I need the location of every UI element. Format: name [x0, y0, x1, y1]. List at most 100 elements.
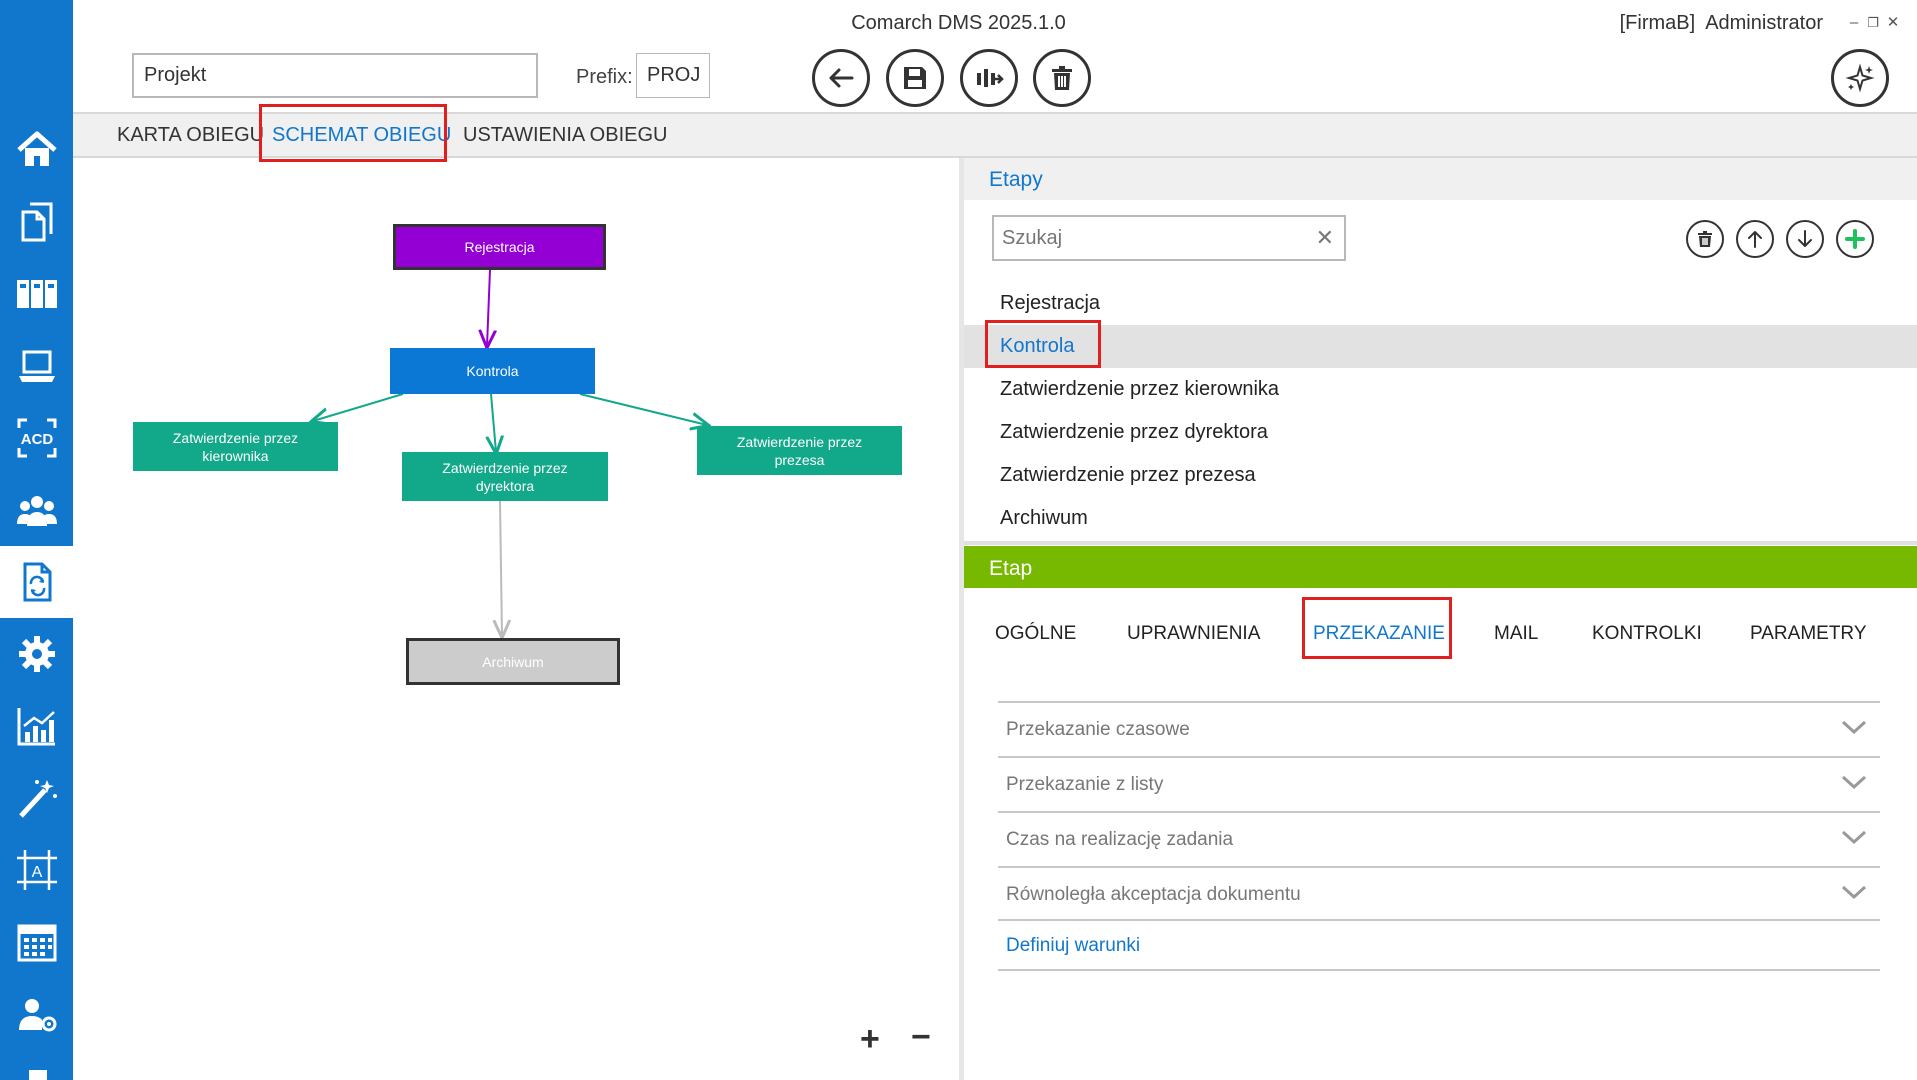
edge-kontrola-prezes [579, 393, 707, 425]
sidebar-item-ocr[interactable]: ACD [0, 402, 73, 474]
ocr-acd-icon: ACD [17, 418, 56, 458]
users-group-icon [16, 496, 57, 526]
move-stage-up-button[interactable] [1736, 220, 1774, 258]
chevron-down-icon [1841, 775, 1867, 790]
subtab-uprawnienia[interactable]: UPRAWNIENIA [1127, 623, 1260, 645]
diagram-node-rejestracja[interactable]: Rejestracja [393, 224, 606, 270]
sidebar-item-calendar[interactable] [0, 906, 73, 978]
section-czas-na-realizacje[interactable]: Czas na realizację zadania [998, 811, 1880, 866]
zoom-out-button[interactable]: − [911, 1018, 931, 1057]
restore-button[interactable]: ❐ [1864, 14, 1882, 32]
company-name: [FirmaB] [1619, 12, 1696, 34]
section-rownolegla-akceptacja[interactable]: Równoległa akceptacja dokumentu [998, 866, 1880, 921]
edge-kontrola-kierownik [313, 393, 404, 421]
subtab-mail[interactable]: MAIL [1494, 623, 1538, 645]
section-label: Przekazanie czasowe [1006, 719, 1190, 740]
subtab-ogolne[interactable]: OGÓLNE [995, 623, 1076, 645]
move-stage-down-button[interactable] [1786, 220, 1824, 258]
binders-icon [16, 280, 57, 308]
stage-item-kierownik[interactable]: Zatwierdzenie przez kierownika [964, 368, 1917, 411]
sidebar-item-user-settings[interactable] [0, 978, 73, 1050]
designer-frame-icon: A [16, 850, 57, 890]
add-stage-button[interactable] [1836, 220, 1874, 258]
section-label: Równoległa akceptacja dokumentu [1006, 884, 1301, 905]
more-item-icon [28, 1070, 47, 1080]
subtab-parametry[interactable]: PARAMETRY [1750, 623, 1867, 645]
stage-item-dyrektor[interactable]: Zatwierdzenie przez dyrektora [964, 411, 1917, 454]
prefix-input[interactable] [636, 53, 710, 98]
section-label: Czas na realizację zadania [1006, 829, 1234, 850]
search-box: ✕ [992, 215, 1346, 261]
trash-icon [1052, 66, 1072, 90]
svg-text:ACD: ACD [20, 431, 53, 448]
define-conditions-link[interactable]: Definiuj warunki [1006, 935, 1140, 957]
split-flow-icon [977, 69, 1004, 87]
section-label: Przekazanie z listy [1006, 774, 1164, 795]
user-info: [FirmaB] Administrator [1610, 12, 1823, 35]
sidebar-item-analytics[interactable] [0, 690, 73, 762]
sidebar-item-users[interactable] [0, 474, 73, 546]
sidebar-item-magic[interactable] [0, 762, 73, 834]
close-button[interactable]: ✕ [1884, 14, 1902, 32]
stage-item-kontrola[interactable]: Kontrola [964, 325, 1917, 368]
stage-item-archiwum[interactable]: Archiwum [964, 497, 1917, 540]
sidebar-item-home[interactable] [0, 114, 73, 186]
diagram-node-kierownik[interactable]: Zatwierdzenie przez kierownika [133, 422, 338, 471]
etap-title: Etap [989, 557, 1033, 580]
diagram-node-kontrola[interactable]: Kontrola [390, 348, 595, 394]
ai-assistant-button[interactable] [1831, 49, 1889, 107]
diagram-node-dyrektor[interactable]: Zatwierdzenie przez dyrektora [402, 452, 608, 501]
sidebar-item-laptop[interactable] [0, 330, 73, 402]
sidebar-item-documents[interactable] [0, 186, 73, 258]
sidebar-item-designer[interactable]: A [0, 834, 73, 906]
tab-karta-obiegu[interactable]: KARTA OBIEGU [117, 124, 264, 147]
minimize-button[interactable]: – [1845, 14, 1863, 32]
add-green-icon [1845, 229, 1865, 249]
list-separator [964, 541, 1917, 545]
stage-item-rejestracja[interactable]: Rejestracja [964, 282, 1917, 325]
diagram-node-prezes[interactable]: Zatwierdzenie przez prezesa [697, 426, 902, 475]
sidebar-item-binders[interactable] [0, 258, 73, 330]
section-bottom-line [998, 969, 1880, 971]
arrow-up-icon [1748, 231, 1762, 248]
save-button[interactable] [886, 49, 944, 107]
highlight-przekazanie-tab [1302, 597, 1452, 659]
search-input[interactable] [1002, 217, 1302, 259]
trash-icon [1698, 231, 1712, 247]
zoom-in-button[interactable]: + [860, 1020, 880, 1059]
sidebar: ACD A [0, 0, 73, 1080]
diagram-edges [73, 269, 959, 1080]
save-disk-icon [904, 67, 926, 89]
clear-search-icon[interactable]: ✕ [1316, 225, 1334, 251]
chevron-down-icon [1841, 885, 1867, 900]
section-przekazanie-z-listy[interactable]: Przekazanie z listy [998, 756, 1880, 811]
sidebar-item-workflow[interactable] [0, 546, 73, 618]
document-workflow-icon [23, 562, 51, 602]
sidebar-item-settings[interactable] [0, 618, 73, 690]
back-button[interactable] [812, 49, 870, 107]
calendar-icon [17, 924, 56, 962]
documents-icon [21, 202, 52, 242]
user-settings-icon [18, 999, 56, 1032]
edge-dyrektor-archiwum [500, 500, 502, 636]
tab-ustawienia-obiegu[interactable]: USTAWIENIA OBIEGU [463, 124, 667, 147]
etap-header [964, 546, 1917, 588]
stage-item-prezes[interactable]: Zatwierdzenie przez prezesa [964, 454, 1917, 497]
workflow-name-input[interactable] [132, 53, 538, 98]
user-name: Administrator [1705, 12, 1823, 34]
section-przekazanie-czasowe[interactable]: Przekazanie czasowe [998, 701, 1880, 756]
delete-stage-button[interactable] [1686, 220, 1724, 258]
analytics-chart-icon [17, 708, 55, 746]
subtab-kontrolki[interactable]: KONTROLKI [1592, 623, 1702, 645]
etapy-title: Etapy [989, 168, 1043, 191]
split-button[interactable] [960, 49, 1018, 107]
diagram-node-archiwum[interactable]: Archiwum [406, 638, 620, 685]
settings-gear-icon [18, 636, 55, 672]
delete-button[interactable] [1033, 49, 1091, 107]
home-icon [16, 131, 57, 166]
edge-rejestracja-kontrola [487, 269, 490, 346]
arrow-down-icon [1798, 230, 1812, 247]
laptop-icon [18, 350, 55, 382]
highlight-schemat-tab [259, 104, 447, 162]
sidebar-item-more[interactable] [0, 1050, 73, 1080]
